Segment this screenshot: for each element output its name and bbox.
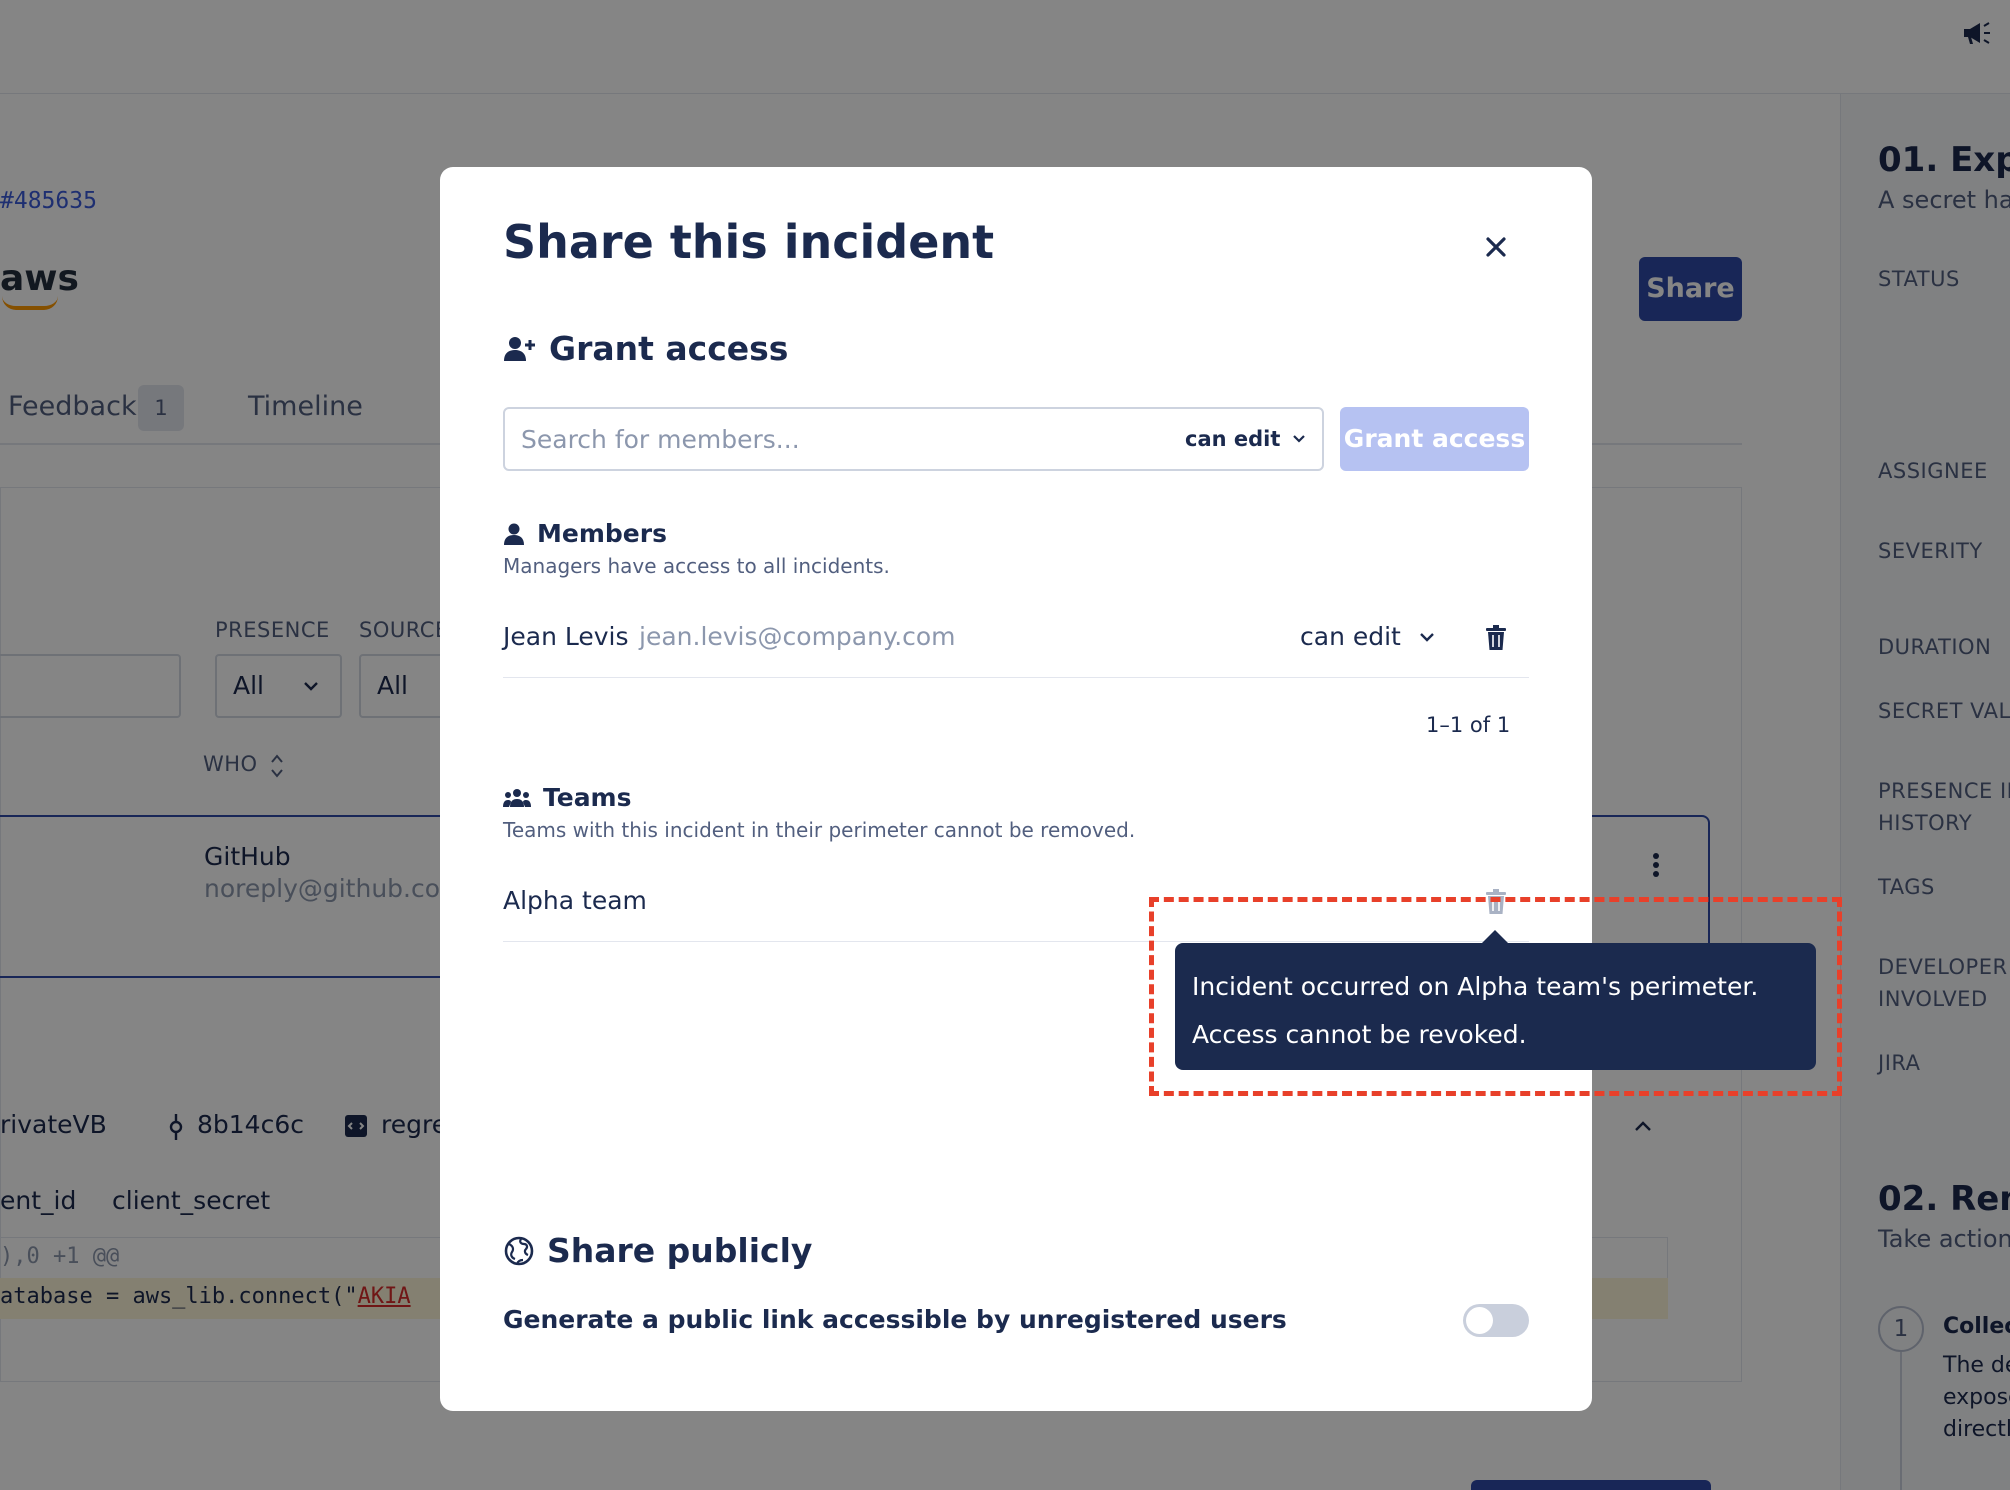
share-publicly-heading: Share publicly — [503, 1231, 812, 1270]
grant-access-button[interactable]: Grant access — [1340, 407, 1529, 471]
member-search-box: can edit — [503, 407, 1324, 471]
team-name: Alpha team — [503, 886, 647, 915]
member-name: Jean Levis — [503, 622, 629, 651]
chevron-down-icon — [1420, 632, 1434, 642]
members-pagination: 1–1 of 1 — [1426, 713, 1511, 737]
share-incident-modal: Share this incident Grant access can edi… — [440, 167, 1592, 1411]
grant-permission-value: can edit — [1185, 427, 1281, 451]
grant-access-heading-text: Grant access — [549, 329, 789, 368]
team-icon — [503, 788, 531, 807]
members-divider — [503, 677, 1529, 678]
grant-access-heading: Grant access — [503, 329, 788, 368]
member-permission-select[interactable]: can edit — [1300, 622, 1435, 651]
members-caption: Managers have access to all incidents. — [503, 554, 890, 578]
member-permission-value: can edit — [1300, 622, 1401, 651]
member-search-input[interactable] — [505, 409, 1155, 469]
remove-member-button[interactable] — [1485, 625, 1507, 655]
members-heading-text: Members — [537, 519, 667, 548]
teams-heading: Teams — [503, 783, 632, 812]
globe-icon — [504, 1236, 534, 1265]
user-icon — [504, 523, 524, 545]
share-publicly-heading-text: Share publicly — [547, 1231, 813, 1270]
teams-caption: Teams with this incident in their perime… — [503, 818, 1136, 842]
public-link-toggle[interactable] — [1463, 1304, 1529, 1337]
public-link-label: Generate a public link accessible by unr… — [503, 1305, 1287, 1334]
highlight-annotation — [1149, 897, 1842, 1096]
close-icon — [1486, 237, 1506, 257]
trash-icon — [1486, 625, 1506, 650]
add-user-icon — [504, 336, 535, 361]
toggle-knob — [1466, 1307, 1493, 1334]
chevron-down-icon — [1293, 435, 1306, 443]
member-email: jean.levis@company.com — [639, 622, 956, 651]
modal-title: Share this incident — [503, 215, 995, 269]
teams-heading-text: Teams — [543, 783, 632, 812]
close-button[interactable] — [1478, 229, 1514, 265]
grant-permission-select[interactable]: can edit — [1185, 409, 1306, 469]
members-heading: Members — [503, 519, 667, 548]
